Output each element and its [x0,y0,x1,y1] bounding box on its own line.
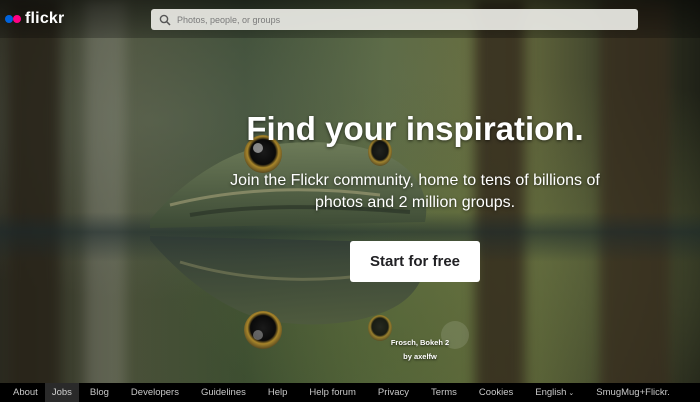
footer-link-help-forum[interactable]: Help forum [298,383,366,402]
footer-link-terms[interactable]: Terms [420,383,468,402]
footer-link-help[interactable]: Help [257,383,299,402]
chevron-down-icon: ⌄ [568,390,575,397]
language-selector[interactable]: English ⌄ [524,383,585,402]
language-label: English [535,387,567,398]
photo-author-link[interactable]: by axelfw [370,352,470,361]
footer-link-smugmug-flickr[interactable]: SmugMug+Flickr. [585,383,672,402]
footer-link-developers[interactable]: Developers [120,383,190,402]
logo-pink-dot-icon [13,15,21,23]
photo-title: Frosch, Bokeh 2 [390,338,450,347]
logo-blue-dot-icon [5,15,13,23]
flickr-landing-page: flickr Find your inspiration. Join the F… [0,0,700,402]
top-bar: flickr [0,0,700,38]
flickr-logo[interactable]: flickr [5,10,64,28]
footer-link-about[interactable]: About [6,383,45,402]
search-input[interactable] [177,14,617,25]
footer-link-guidelines[interactable]: Guidelines [190,383,257,402]
footer-link-blog[interactable]: Blog [79,383,120,402]
search-icon [159,14,171,26]
footer-bar: About Jobs Blog Developers Guidelines He… [0,383,700,402]
footer-link-jobs[interactable]: Jobs [44,383,79,402]
search-bar[interactable] [151,9,638,30]
hero-subtitle: Join the Flickr community, home to tens … [230,172,600,211]
footer-link-privacy[interactable]: Privacy [367,383,420,402]
footer-link-cookies[interactable]: Cookies [468,383,524,402]
hero-title: Find your inspiration. [246,110,584,147]
start-for-free-button[interactable]: Start for free [350,241,480,282]
logo-text: flickr [25,10,65,27]
